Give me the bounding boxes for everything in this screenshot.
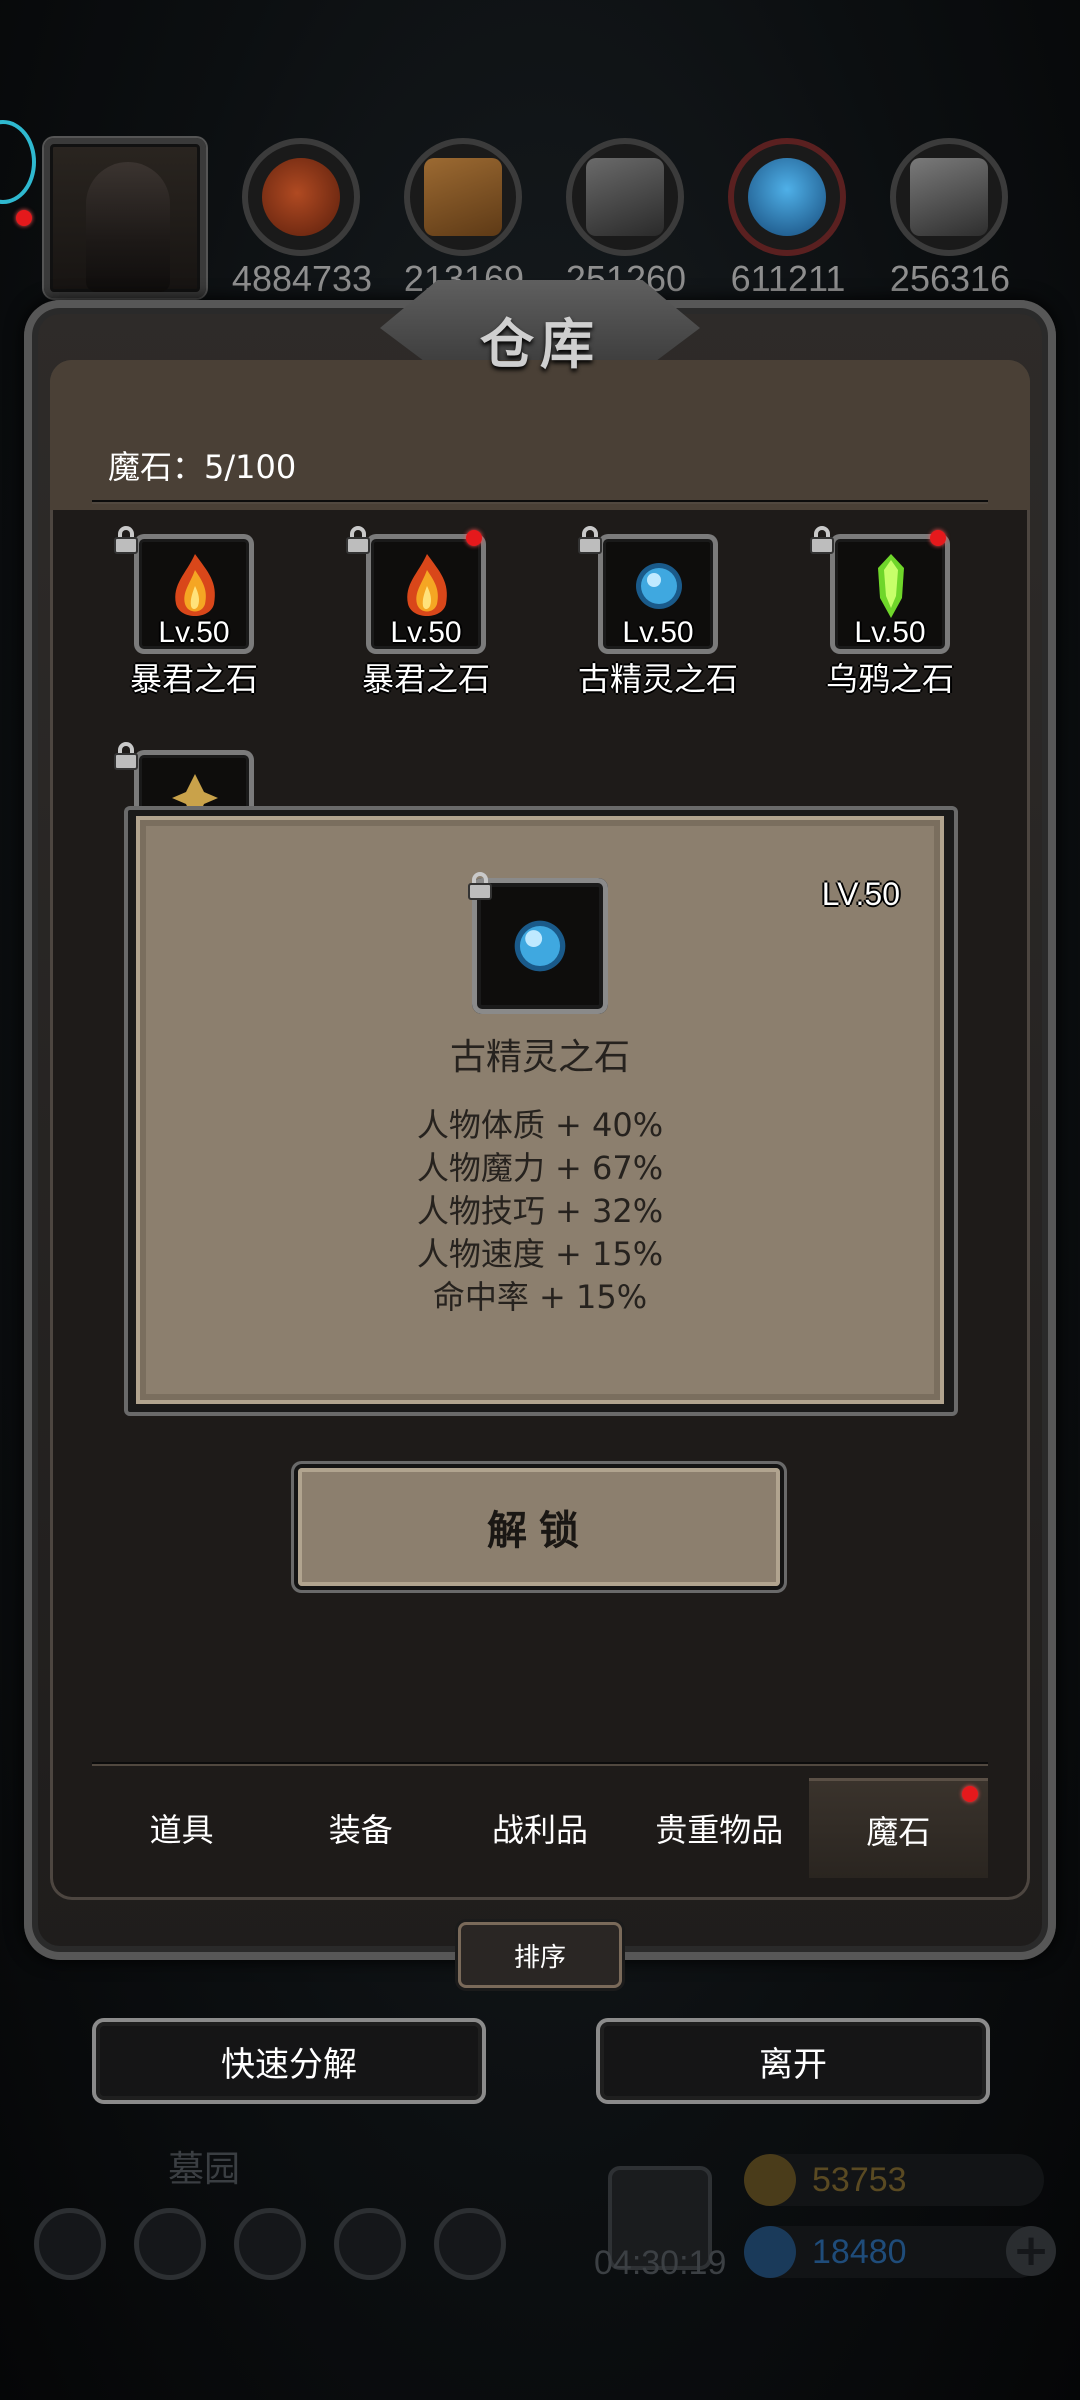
- location-label: 墓园: [168, 2149, 241, 2190]
- resource-steel[interactable]: [890, 138, 1008, 256]
- item-slot: Lv.50: [830, 534, 950, 654]
- lock-icon: [810, 526, 834, 554]
- resource-value-crystal: 611211: [730, 258, 846, 299]
- resource-meat[interactable]: [242, 138, 360, 256]
- tab-valuables[interactable]: 贵重物品: [630, 1778, 809, 1878]
- item-name: 暴君之石: [129, 660, 258, 698]
- crystal-icon: [748, 158, 826, 236]
- item-name: 暴君之石: [361, 660, 490, 698]
- stat-line: 人物技巧 + 32%: [416, 1192, 664, 1230]
- resource-ore[interactable]: [566, 138, 684, 256]
- gem-display: 18480: [744, 2226, 1044, 2278]
- new-badge: [466, 530, 482, 546]
- stone-item[interactable]: Lv.50 暴君之石: [346, 526, 506, 704]
- resource-crystal[interactable]: [728, 138, 846, 256]
- stat-line: 人物体质 + 40%: [416, 1106, 664, 1144]
- lock-icon: [114, 742, 138, 770]
- gem-icon: [744, 2226, 796, 2278]
- wood-icon: [424, 158, 502, 236]
- item-slot: Lv.50: [598, 534, 718, 654]
- lock-icon: [114, 526, 138, 554]
- divider-bottom: [92, 1762, 988, 1764]
- resource-value-meat: 4884733: [231, 258, 373, 299]
- item-level: Lv.50: [158, 616, 230, 649]
- meat-icon: [262, 158, 340, 236]
- fire-stone-icon: [175, 554, 215, 616]
- settings-icon[interactable]: [34, 2208, 106, 2280]
- tab-loot[interactable]: 战利品: [450, 1778, 629, 1878]
- category-tabs: 道具 装备 战利品 贵重物品 魔石: [92, 1778, 989, 1878]
- tab-notification-dot: [962, 1786, 978, 1802]
- item-slot: Lv.50: [134, 534, 254, 654]
- detail-item-slot: [472, 878, 608, 1014]
- lock-icon: [346, 526, 370, 554]
- lock-icon: [468, 872, 492, 900]
- blue-stone-icon: [636, 563, 682, 609]
- iron-ore-icon: [586, 158, 664, 236]
- warehouse-title: 仓库: [480, 313, 600, 376]
- item-name: 乌鸦之石: [825, 660, 954, 698]
- divider-top: [92, 500, 988, 502]
- gift-timer: 04:30:19: [594, 2244, 727, 2282]
- stat-line: 人物魔力 + 67%: [416, 1149, 664, 1187]
- resource-wood[interactable]: [404, 138, 522, 256]
- map-icon[interactable]: [434, 2208, 506, 2280]
- unlock-button[interactable]: 解锁: [298, 1468, 780, 1586]
- skills-icon[interactable]: [134, 2208, 206, 2280]
- gold-coin-icon: [744, 2154, 796, 2206]
- item-level: Lv.50: [390, 616, 462, 649]
- item-level: Lv.50: [854, 616, 926, 649]
- magic-stone-count: 魔石：5/100: [108, 448, 297, 486]
- fire-stone-icon: [407, 554, 447, 616]
- tab-items[interactable]: 道具: [92, 1778, 271, 1878]
- sort-button[interactable]: 排序: [458, 1922, 622, 1988]
- stone-item[interactable]: Lv.50 暴君之石: [114, 526, 274, 704]
- item-level: Lv.50: [622, 616, 694, 649]
- detail-item-name: 古精灵之石: [449, 1037, 630, 1078]
- player-avatar[interactable]: [44, 138, 206, 298]
- gold-amount: 53753: [812, 2160, 907, 2199]
- new-badge: [930, 530, 946, 546]
- detail-stats: 人物体质 + 40% 人物魔力 + 67% 人物技巧 + 32% 人物速度 + …: [290, 1104, 790, 1319]
- guild-icon[interactable]: [234, 2208, 306, 2280]
- item-slot: Lv.50: [366, 534, 486, 654]
- tab-equipment[interactable]: 装备: [271, 1778, 450, 1878]
- quick-decompose-button[interactable]: 快速分解: [92, 2018, 486, 2104]
- steel-ingot-icon: [910, 158, 988, 236]
- item-name: 古精灵之石: [577, 660, 738, 698]
- stone-item[interactable]: Lv.50 古精灵之石: [578, 526, 738, 704]
- character-portrait-icon: [86, 162, 170, 292]
- stat-line: 人物速度 + 15%: [416, 1235, 664, 1273]
- add-currency-button[interactable]: +: [1006, 2226, 1056, 2276]
- leave-button[interactable]: 离开: [596, 2018, 990, 2104]
- stat-line: 命中率 + 15%: [432, 1278, 648, 1316]
- lock-icon: [578, 526, 602, 554]
- stone-item[interactable]: Lv.50 乌鸦之石: [810, 526, 970, 704]
- gold-display: 53753: [744, 2154, 1044, 2206]
- gem-amount: 18480: [812, 2232, 907, 2271]
- green-stone-icon: [878, 554, 904, 618]
- mail-icon[interactable]: [334, 2208, 406, 2280]
- resource-value-steel: 256316: [889, 258, 1011, 299]
- detail-level: LV.50: [821, 876, 900, 912]
- notification-dot: [16, 210, 32, 226]
- blue-stone-icon: [514, 920, 566, 972]
